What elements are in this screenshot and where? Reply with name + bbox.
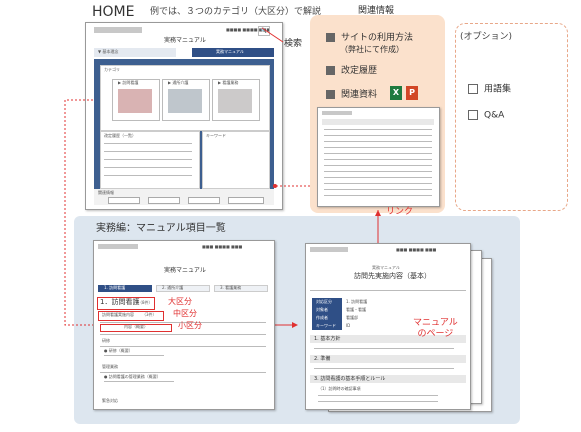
kv-key-1: 対応区分 — [316, 299, 332, 304]
minor-category[interactable]: 内容（概要） — [124, 325, 148, 329]
powerpoint-file-icon[interactable]: P — [406, 86, 418, 100]
option-item-1[interactable]: 用語集 — [468, 84, 511, 95]
related-item-3[interactable]: 関連資料 — [326, 90, 377, 100]
kv-val-2: 看護・看護 — [346, 307, 366, 312]
checkbox-icon — [468, 110, 478, 120]
option-title: (オプション) — [460, 32, 513, 42]
kv-key-3: 作成者 — [316, 315, 328, 320]
search-pointer — [261, 27, 284, 43]
list-row-4[interactable]: ● 訪問看護の管理業務（概要） — [104, 375, 161, 379]
manual-title: 訪問先実施内容（基本） — [354, 272, 431, 280]
excel-file-icon[interactable]: X — [390, 86, 402, 100]
revision-screenshot — [317, 107, 440, 207]
list-row-1[interactable]: 研修 — [102, 339, 110, 343]
manual-page-label: マニュアル のページ — [413, 318, 458, 339]
label-major: 大区分 — [168, 297, 192, 306]
search-label: 検索 — [284, 39, 303, 49]
manual-section-1: 1. 基本方針 — [314, 336, 341, 342]
label-minor: 小区分 — [178, 321, 202, 330]
link-label: リンク — [386, 207, 414, 217]
manual-section-3: 3. 訪問看護の基本手順とルール — [314, 376, 386, 382]
related-item-2[interactable]: 改定履歴 — [326, 66, 377, 76]
mid-category[interactable]: 訪問看護実施内容 — [102, 313, 134, 317]
bullet-square-icon — [326, 90, 335, 99]
major-category[interactable]: 1．訪問看護 — [100, 299, 139, 306]
list-row-2[interactable]: ● 研修（概要） — [104, 349, 133, 353]
label-mid: 中区分 — [173, 309, 197, 318]
kv-key-2: 対象者 — [316, 307, 328, 312]
kv-key-4: キーワード — [316, 323, 336, 328]
bullet-square-icon — [326, 33, 335, 42]
related-item-1[interactable]: サイトの利用方法 — [326, 33, 413, 43]
kv-val-1: 1. 訪問看護 — [346, 299, 368, 304]
manual-section-2: 2. 準備 — [314, 356, 331, 362]
bullet-square-icon — [326, 66, 335, 75]
list-section-title: 実務編：マニュアル項目一覧 — [96, 223, 226, 234]
major-count: （8件） — [138, 300, 153, 305]
list-tab-3[interactable]: 3. 看護業務 — [220, 286, 241, 290]
connector-layer — [64, 27, 427, 351]
related-title: 関連情報 — [358, 6, 395, 16]
kv-val-3: 看護部 — [346, 315, 358, 320]
list-site-title: 実務マニュアル — [164, 267, 206, 274]
list-row-5[interactable]: 緊急対応 — [102, 399, 118, 403]
related-item-1-sub: （弊社にて作成） — [340, 45, 404, 54]
list-tab-1[interactable]: 1. 訪問看護 — [104, 286, 125, 290]
kv-val-4: ID — [346, 323, 351, 328]
checkbox-icon — [468, 84, 478, 94]
mid-count: （3件） — [142, 312, 157, 317]
option-item-2[interactable]: Q&A — [468, 110, 504, 121]
manual-subsection: （1）訪問時の確認事項 — [318, 386, 361, 391]
list-row-3[interactable]: 管理業務 — [102, 365, 118, 369]
manual-site-small: 実務マニュアル — [372, 265, 400, 270]
list-tab-2[interactable]: 2. 通所介護 — [162, 286, 183, 290]
